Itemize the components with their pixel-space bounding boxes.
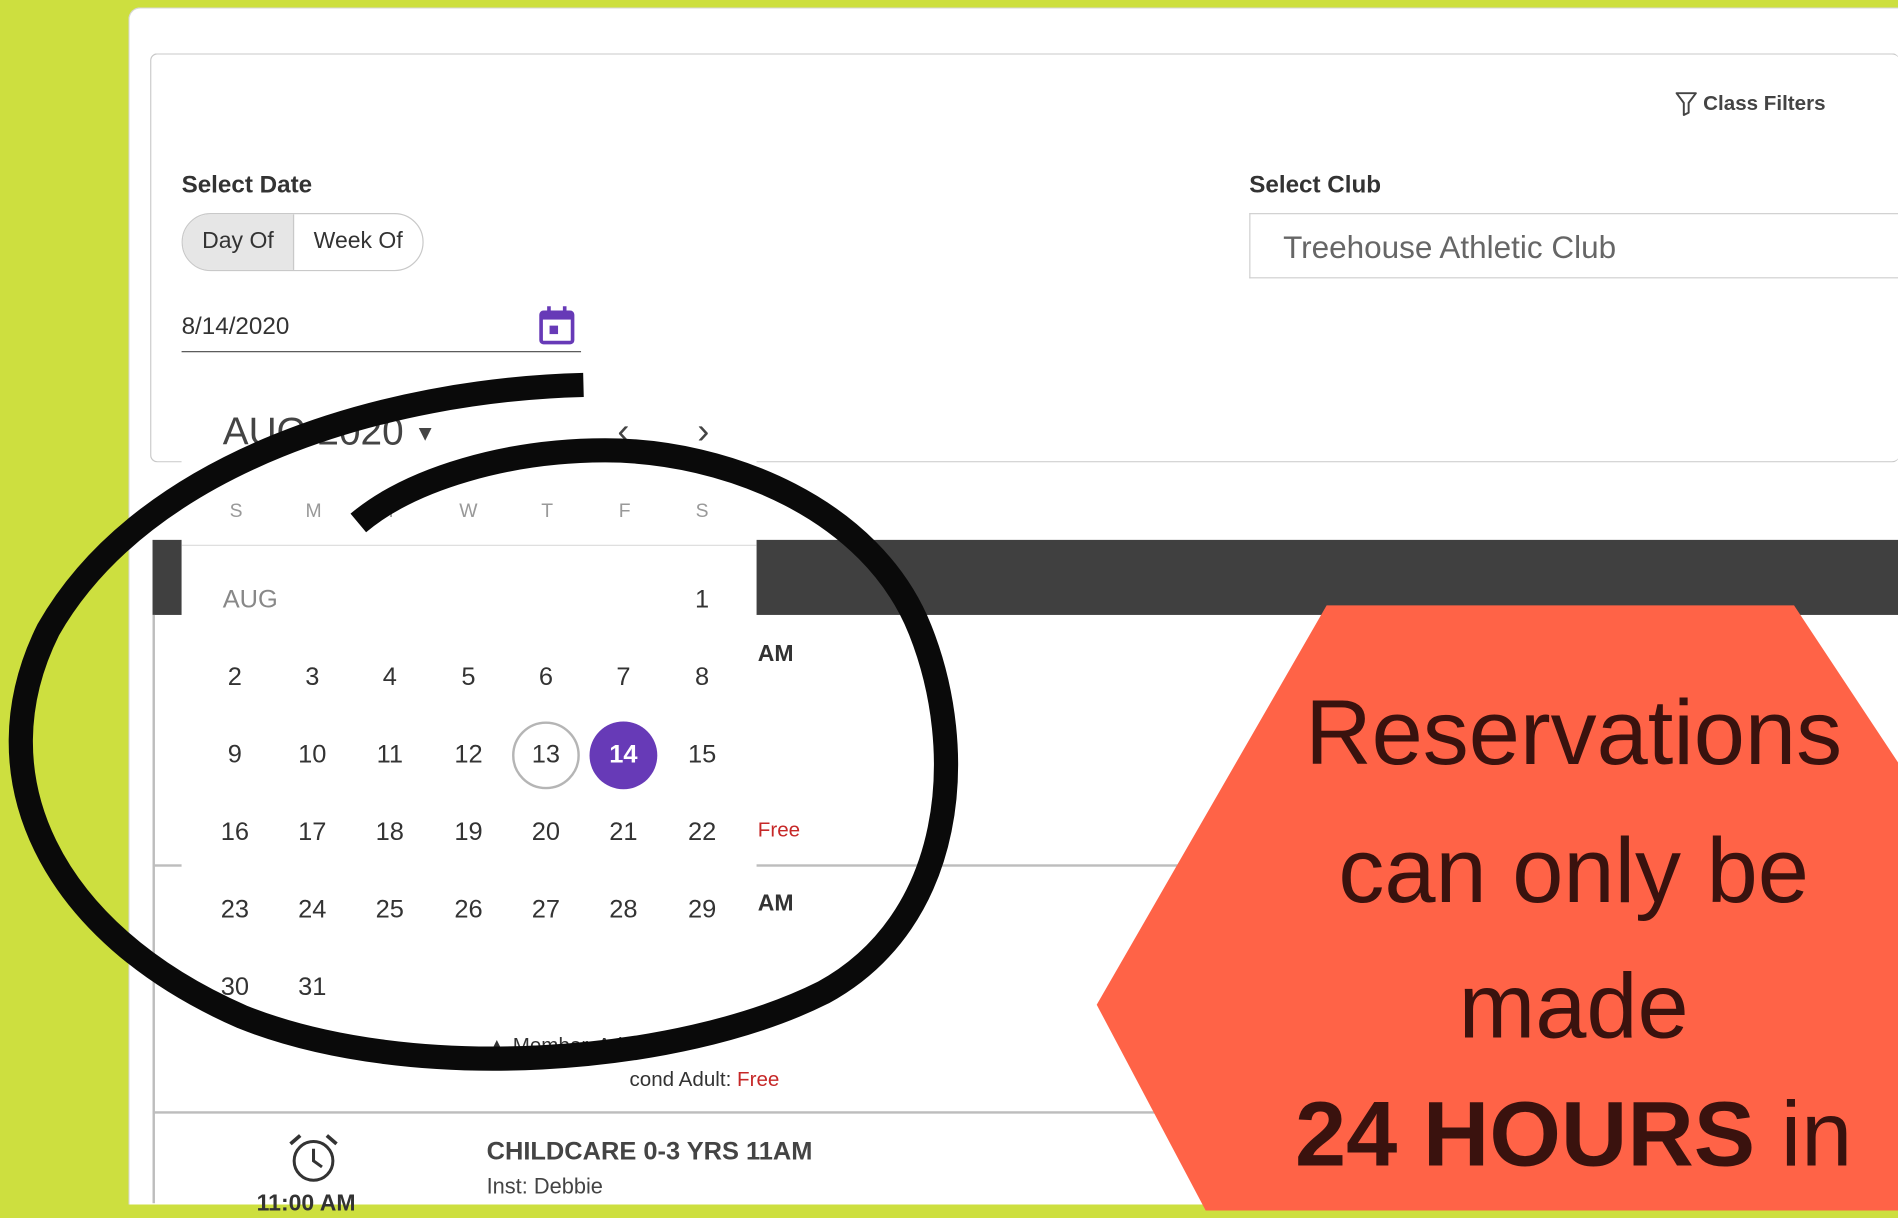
club-select-value: Treehouse Athletic Club [1283,228,1617,266]
week-of-option[interactable]: Week Of [294,214,422,270]
promo-line: made [1458,955,1689,1058]
calendar-icon[interactable] [537,305,576,346]
hand-drawn-circle [8,372,958,1071]
row3-instructor: Inst: Debbie [486,1174,603,1199]
day-of-option[interactable]: Day Of [182,214,295,270]
club-select[interactable]: Treehouse Athletic Club [1249,213,1898,279]
row3-class-title[interactable]: CHILDCARE 0-3 YRS 11AM [487,1138,813,1167]
alarm-clock-icon [289,1134,338,1182]
date-mode-toggle[interactable]: Day Of Week Of [181,213,424,272]
promo-emphasis: 24 HOURS [1294,1083,1756,1187]
promo-line: can only be [1338,819,1809,923]
promo-line: Reservations [1305,681,1843,785]
promo-trailing: in [1780,1083,1853,1187]
class-filters-button[interactable]: Class Filters [1675,91,1826,116]
row3-time: 11:00 AM [256,1191,356,1217]
date-value: 8/14/2020 [181,313,290,341]
date-input[interactable]: 8/14/2020 [181,305,582,353]
select-date-label: Select Date [181,171,313,199]
promo-emphasis-line: 24 HOURS in [1259,1082,1888,1187]
select-club-label: Select Club [1249,171,1382,199]
class-filters-label: Class Filters [1703,91,1826,115]
filter-icon [1675,92,1697,116]
